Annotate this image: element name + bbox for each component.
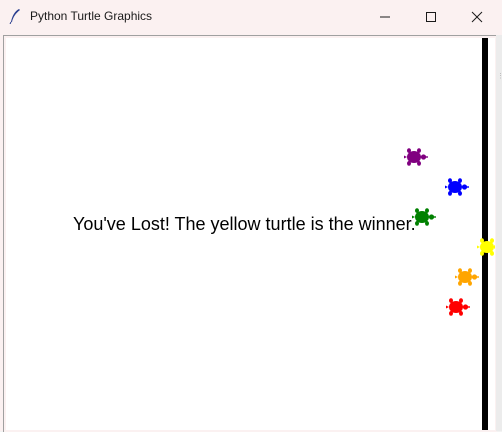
blue-turtle-icon — [445, 178, 469, 196]
yellow-turtle-icon — [477, 238, 495, 256]
turtle-canvas[interactable]: You've Lost! The yellow turtle is the wi… — [6, 38, 495, 430]
orange-turtle-icon — [455, 268, 479, 286]
result-message: You've Lost! The yellow turtle is the wi… — [73, 214, 416, 234]
window-title: Python Turtle Graphics — [30, 9, 153, 23]
canvas-frame: You've Lost! The yellow turtle is the wi… — [3, 35, 497, 432]
maximize-icon — [426, 11, 436, 22]
feather-icon — [9, 9, 20, 24]
title-bar[interactable]: Python Turtle Graphics — [0, 0, 502, 33]
red-turtle-icon — [446, 298, 470, 316]
close-icon — [471, 11, 483, 22]
close-button[interactable] — [454, 0, 500, 33]
minimize-button[interactable] — [362, 0, 408, 33]
right-scrollbar[interactable] — [496, 35, 502, 431]
minimize-icon — [380, 16, 390, 17]
green-turtle-icon — [412, 208, 436, 226]
resize-grip-icon: ⋮ — [497, 73, 502, 80]
finish-line — [482, 38, 488, 430]
turtle-window: Python Turtle Graphics You've Lost! The … — [0, 0, 502, 432]
purple-turtle-icon — [404, 148, 428, 166]
maximize-button[interactable] — [408, 0, 454, 33]
